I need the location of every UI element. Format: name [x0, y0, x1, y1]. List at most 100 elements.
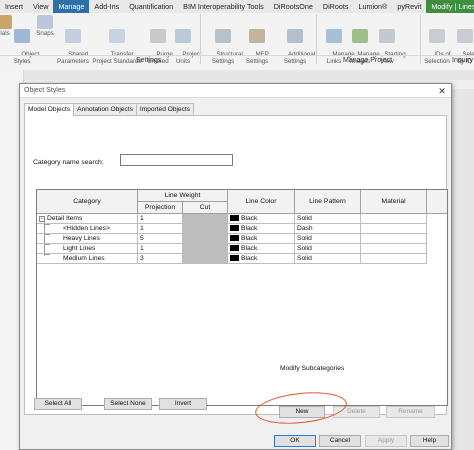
ok-button[interactable]: OK	[274, 435, 316, 447]
select-by-id-icon	[457, 29, 473, 43]
material-cell[interactable]	[361, 234, 427, 244]
tab-diroots[interactable]: DiRoots	[318, 0, 354, 13]
line-color-cell[interactable]: Black	[228, 254, 295, 264]
color-swatch	[230, 245, 239, 251]
tab-bim-interoperability[interactable]: BIM Interoperability Tools	[178, 0, 269, 13]
projection-cell[interactable]: 1	[138, 214, 183, 224]
project-units-icon	[175, 29, 191, 43]
category-cell[interactable]: <Hidden Lines>	[37, 224, 138, 234]
category-cell[interactable]: Light Lines	[37, 244, 138, 254]
tab-imported-objects[interactable]: Imported Objects	[135, 103, 195, 115]
category-cell[interactable]: Medium Lines	[37, 254, 138, 264]
table-row[interactable]: Light Lines 1 Black Solid	[37, 244, 447, 254]
collapse-icon[interactable]: −	[39, 216, 45, 222]
line-color-value: Black	[241, 255, 258, 262]
structural-settings-icon	[215, 29, 231, 43]
tab-insert[interactable]: Insert	[0, 0, 28, 13]
tab-quantification[interactable]: Quantification	[124, 0, 178, 13]
category-name: Detail Items	[47, 215, 83, 222]
header-spacer	[427, 190, 447, 214]
materials-label: rials	[0, 30, 10, 37]
header-projection[interactable]: Projection	[138, 202, 183, 214]
projection-cell[interactable]: 3	[138, 254, 183, 264]
line-color-value: Black	[241, 225, 258, 232]
color-swatch	[230, 215, 239, 221]
table-row[interactable]: − Detail Items 1 Black Solid	[37, 214, 447, 224]
category-search-input[interactable]	[120, 154, 233, 166]
cut-cell	[183, 234, 228, 244]
shared-parameters-icon	[65, 29, 81, 43]
cut-cell	[183, 214, 228, 224]
group-settings-label: Settings	[136, 57, 162, 64]
dialog-title: Object Styles	[24, 87, 66, 94]
material-cell[interactable]	[361, 244, 427, 254]
apply-button[interactable]: Apply	[365, 435, 407, 447]
group-manage-project-label: Manage Project	[343, 57, 393, 64]
tab-view[interactable]: View	[28, 0, 53, 13]
close-icon[interactable]: ✕	[436, 85, 448, 97]
color-swatch	[230, 225, 239, 231]
dialog-tabs: Model Objects Annotation Objects Importe…	[24, 103, 195, 116]
table-row[interactable]: <Hidden Lines> 1 Black Dash	[37, 224, 447, 234]
tab-add-ins[interactable]: Add-Ins	[89, 0, 124, 13]
modify-subcategories-label: Modify Subcategories	[280, 365, 345, 372]
table-row[interactable]: Medium Lines 3 Black Solid	[37, 254, 447, 264]
line-pattern-cell[interactable]: Solid	[295, 244, 361, 254]
object-styles-table: Category Line Weight Projection Cut Line…	[36, 189, 448, 406]
line-color-cell[interactable]: Black	[228, 244, 295, 254]
header-category[interactable]: Category	[37, 190, 138, 214]
cancel-button[interactable]: Cancel	[319, 435, 361, 447]
tab-pane: Category name search: Category Line Weig…	[24, 115, 448, 415]
line-color-cell[interactable]: Black	[228, 224, 295, 234]
material-cell[interactable]	[361, 224, 427, 234]
color-swatch	[230, 255, 239, 261]
line-color-value: Black	[241, 235, 258, 242]
header-material[interactable]: Material	[361, 190, 427, 214]
projection-cell[interactable]: 1	[138, 224, 183, 234]
ribbon: Insert View Manage Add-Ins Quantificatio…	[0, 0, 474, 70]
header-cut[interactable]: Cut	[183, 202, 228, 214]
snaps-button[interactable]: Snaps	[35, 15, 55, 37]
manage-links-icon	[326, 29, 342, 43]
invert-button[interactable]: Invert	[159, 398, 207, 410]
tab-modify-lines[interactable]: Modify | Lines	[426, 0, 474, 13]
snaps-icon	[37, 15, 53, 29]
line-color-cell[interactable]: Black	[228, 214, 295, 224]
line-pattern-cell[interactable]: Solid	[295, 254, 361, 264]
purge-icon	[150, 29, 166, 43]
dialog-titlebar: Object Styles ✕	[20, 84, 451, 98]
projection-cell[interactable]: 1	[138, 244, 183, 254]
starting-view-icon	[379, 29, 395, 43]
help-button[interactable]: Help	[410, 435, 449, 447]
tab-dirootsone[interactable]: DiRootsOne	[269, 0, 318, 13]
category-cell[interactable]: Heavy Lines	[37, 234, 138, 244]
line-pattern-cell[interactable]: Dash	[295, 224, 361, 234]
color-swatch	[230, 235, 239, 241]
line-color-cell[interactable]: Black	[228, 234, 295, 244]
material-cell[interactable]	[361, 214, 427, 224]
ribbon-tab-bar: Insert View Manage Add-Ins Quantificatio…	[0, 0, 474, 13]
tab-manage[interactable]: Manage	[53, 0, 90, 13]
tab-pyrevit[interactable]: pyRevit	[392, 0, 426, 13]
table-row[interactable]: Heavy Lines 5 Black Solid	[37, 234, 447, 244]
group-inquiry-label: Inquiry	[452, 57, 474, 64]
additional-settings-icon	[287, 29, 303, 43]
line-pattern-cell[interactable]: Solid	[295, 214, 361, 224]
tab-lumion[interactable]: Lumion®	[353, 0, 392, 13]
projection-cell[interactable]: 5	[138, 234, 183, 244]
cut-cell	[183, 224, 228, 234]
object-styles-dialog: Object Styles ✕ Model Objects Annotation…	[19, 83, 452, 450]
header-line-color[interactable]: Line Color	[228, 190, 295, 214]
category-search-label: Category name search:	[33, 159, 104, 166]
select-none-button[interactable]: Select None	[104, 398, 152, 410]
header-line-weight: Line Weight	[138, 190, 228, 202]
select-all-button[interactable]: Select All	[34, 398, 82, 410]
header-line-pattern[interactable]: Line Pattern	[295, 190, 361, 214]
material-cell[interactable]	[361, 254, 427, 264]
tab-model-objects[interactable]: Model Objects	[24, 103, 75, 116]
category-cell[interactable]: − Detail Items	[37, 214, 138, 224]
line-pattern-cell[interactable]: Solid	[295, 234, 361, 244]
rename-button[interactable]: Rename	[386, 406, 435, 418]
ribbon-panel-row: rials Object Styles Snaps Shared Paramet…	[0, 13, 474, 65]
tab-annotation-objects[interactable]: Annotation Objects	[73, 103, 137, 115]
